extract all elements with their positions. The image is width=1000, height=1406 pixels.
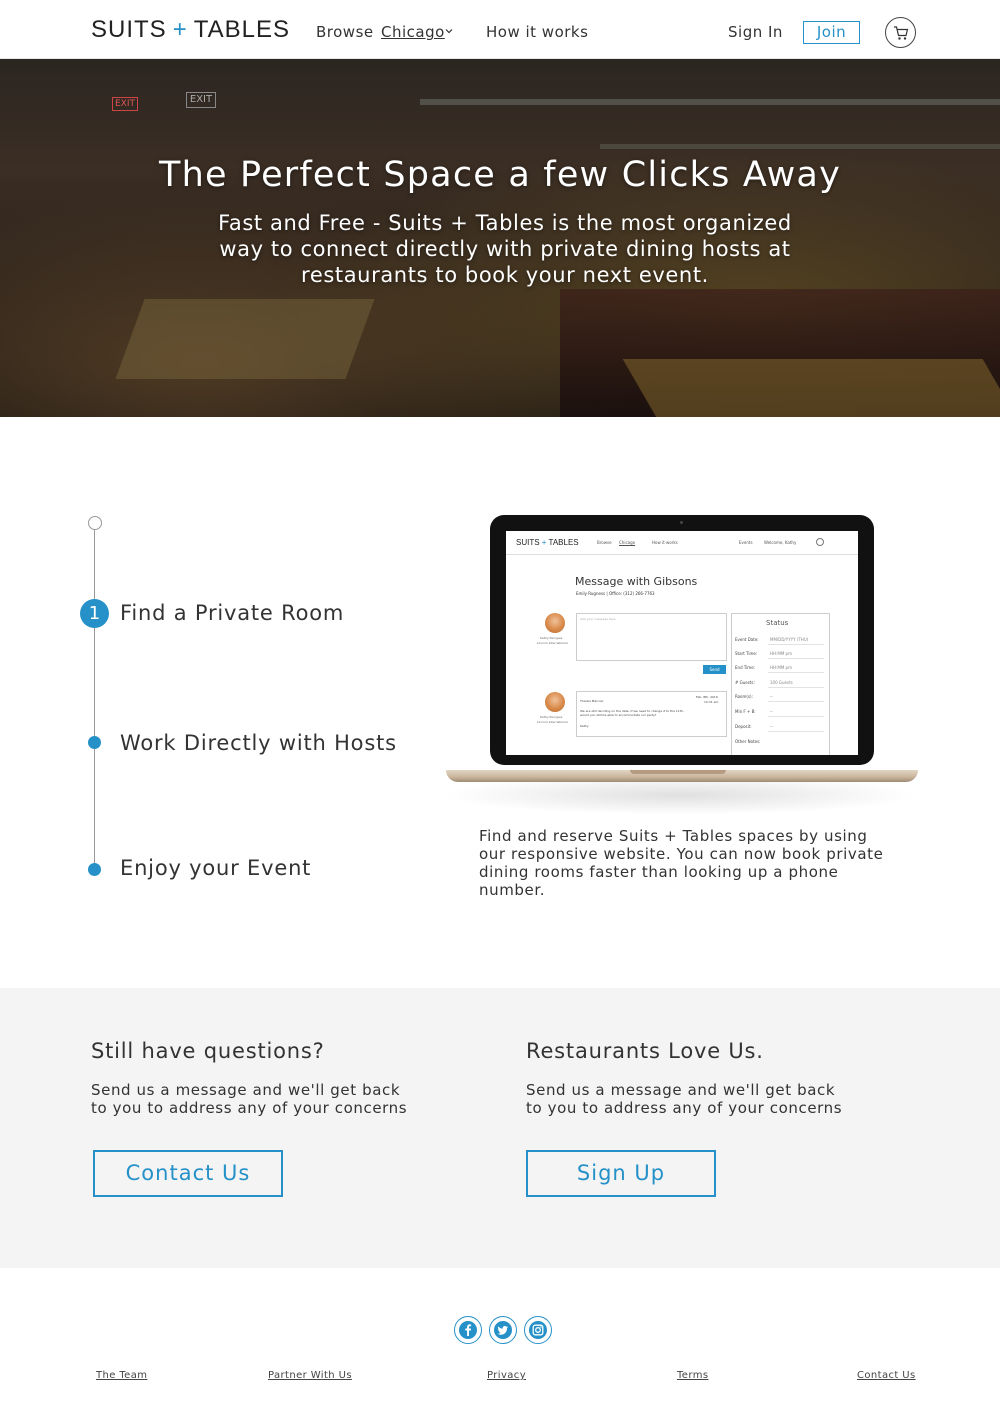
screen-status-divider <box>768 701 824 702</box>
screen-status-divider <box>768 716 824 717</box>
footer-link-privacy[interactable]: Privacy <box>487 1370 526 1381</box>
screen-status-label: Other Notes: <box>735 739 761 744</box>
screen-status-label: Start Time: <box>735 651 758 656</box>
screen-status-label: Room(s): <box>735 694 753 699</box>
screen-msg-time: 10:31 am <box>704 700 719 704</box>
screen-city: Chicago <box>619 540 636 545</box>
screen-status-divider <box>768 644 824 645</box>
cart-icon <box>894 26 909 40</box>
cart-button[interactable] <box>885 17 916 48</box>
sign-up-button[interactable]: Sign Up <box>526 1150 716 1197</box>
questions-title: Still have questions? <box>91 1039 325 1063</box>
contact-band: Still have questions? Send us a message … <box>0 988 1000 1268</box>
screen-header: SUITS + TABLES Browse Chicago How it wor… <box>506 531 858 555</box>
screen-msg-greeting: Thanks Marcus! <box>580 699 604 703</box>
screen-heading: Message with Gibsons <box>575 575 698 588</box>
logo-word-right: TABLES <box>193 16 290 43</box>
timeline-step-dot[interactable] <box>88 863 101 876</box>
restaurants-title: Restaurants Love Us. <box>526 1039 764 1063</box>
screen-status-value: HH:MM pm <box>770 651 792 656</box>
screen-status-divider <box>768 672 824 673</box>
laptop-notch <box>630 770 726 774</box>
restaurants-text: Send us a message and we'll get back to … <box>526 1081 843 1117</box>
screen-status-label: End Time: <box>735 665 756 670</box>
facebook-icon <box>459 1321 477 1339</box>
twitter-icon <box>494 1321 512 1339</box>
screen-avatar <box>545 692 565 712</box>
screen-avatar-company: Lincoln International <box>537 720 568 724</box>
instagram-icon <box>529 1321 547 1339</box>
timeline-step-dot[interactable] <box>88 736 101 749</box>
sign-in-link[interactable]: Sign In <box>728 23 783 41</box>
screen-msg-body: would you still be able to accommodate o… <box>580 713 657 717</box>
screen-status-label: Min F + B: <box>735 709 756 714</box>
hero-exit-sign: EXIT <box>112 97 138 111</box>
screen-browse: Browse <box>597 540 612 545</box>
screen-avatar-name: Kathy Perogies <box>540 715 563 719</box>
screen-avatar <box>545 613 565 633</box>
screen-welcome: Welcome, Kathy <box>764 540 797 545</box>
screen-events: Events <box>739 540 753 545</box>
screen-status-value: -- <box>770 694 773 699</box>
screen-status-label: Event Date: <box>735 637 759 642</box>
screen-status-label: Deposit: <box>735 724 752 729</box>
nav-how-it-works[interactable]: How it works <box>486 23 588 41</box>
screen-how: How it works <box>652 540 678 545</box>
screen-msg-sign: Kathy <box>580 724 589 728</box>
screen-status-divider <box>768 731 824 732</box>
footer-link-partner[interactable]: Partner With Us <box>268 1370 352 1381</box>
logo-plus: + <box>172 16 188 43</box>
laptop-camera <box>680 521 683 524</box>
laptop-mockup: SUITS + TABLES Browse Chicago How it wor… <box>490 515 874 765</box>
laptop-screen: SUITS + TABLES Browse Chicago How it wor… <box>506 531 858 755</box>
step-work-with-hosts[interactable]: Work Directly with Hosts <box>120 731 397 755</box>
contact-us-button[interactable]: Contact Us <box>93 1150 283 1197</box>
screen-avatar-company: Lincoln International <box>537 641 568 645</box>
footer-link-contact[interactable]: Contact Us <box>857 1370 916 1381</box>
hero-exit-sign: EXIT <box>186 92 216 108</box>
timeline-line <box>94 530 95 870</box>
instagram-link[interactable] <box>524 1316 552 1344</box>
hero-title: The Perfect Space a few Clicks Away <box>159 155 841 195</box>
footer-link-team[interactable]: The Team <box>96 1370 147 1381</box>
hero-banner: EXIT EXIT The Perfect Space a few Clicks… <box>0 59 1000 417</box>
screen-avatar-name: Kathy Perogies <box>540 636 563 640</box>
questions-text: Send us a message and we'll get back to … <box>91 1081 408 1117</box>
step-enjoy-event[interactable]: Enjoy your Event <box>120 856 311 880</box>
step-find-room[interactable]: Find a Private Room <box>120 601 344 625</box>
city-dropdown[interactable]: Chicago <box>381 23 445 41</box>
footer-link-terms[interactable]: Terms <box>677 1370 708 1381</box>
screen-status-divider <box>768 658 824 659</box>
screen-status-value: HH:MM pm <box>770 665 792 670</box>
screen-status-divider <box>768 687 824 688</box>
screen-msg-date: Feb. 8th, 2016 <box>696 695 718 699</box>
laptop-caption: Find and reserve Suits + Tables spaces b… <box>479 827 884 899</box>
chevron-down-icon[interactable] <box>445 27 453 35</box>
screen-status-title: Status <box>766 619 789 627</box>
hero-decor-shelf <box>420 99 1000 105</box>
hero-decor-table <box>115 299 375 379</box>
hero-decor-table <box>622 359 1000 417</box>
screen-status-value: 100 Guests <box>770 680 793 685</box>
screen-status-value: MM/DD/YYYY (THU) <box>770 637 809 642</box>
facebook-link[interactable] <box>454 1316 482 1344</box>
site-header: SUITS + TABLES Browse Chicago How it works… <box>0 0 1000 59</box>
hero-subtitle: Fast and Free - Suits + Tables is the mo… <box>218 211 792 287</box>
screen-send-button: Send <box>703 665 726 674</box>
join-button[interactable]: Join <box>803 21 860 44</box>
screen-cart-icon <box>816 538 824 546</box>
screen-placeholder: Add your message here <box>580 617 616 621</box>
screen-logo: SUITS + TABLES <box>516 538 579 547</box>
screen-subheading: Emily Rugness | Office: (312) 266-7763 <box>576 591 655 596</box>
screen-status-value: -- <box>770 724 773 729</box>
site-logo[interactable]: SUITS + TABLES <box>91 16 290 44</box>
timeline-start-marker <box>88 516 102 530</box>
nav-browse-label: Browse <box>316 23 374 41</box>
screen-status-label: # Guests: <box>735 680 755 685</box>
hero-decor-shelf <box>600 144 1000 149</box>
logo-word-left: SUITS <box>91 16 167 43</box>
twitter-link[interactable] <box>489 1316 517 1344</box>
timeline-step-active[interactable]: 1 <box>80 599 109 628</box>
screen-status-value: -- <box>770 709 773 714</box>
